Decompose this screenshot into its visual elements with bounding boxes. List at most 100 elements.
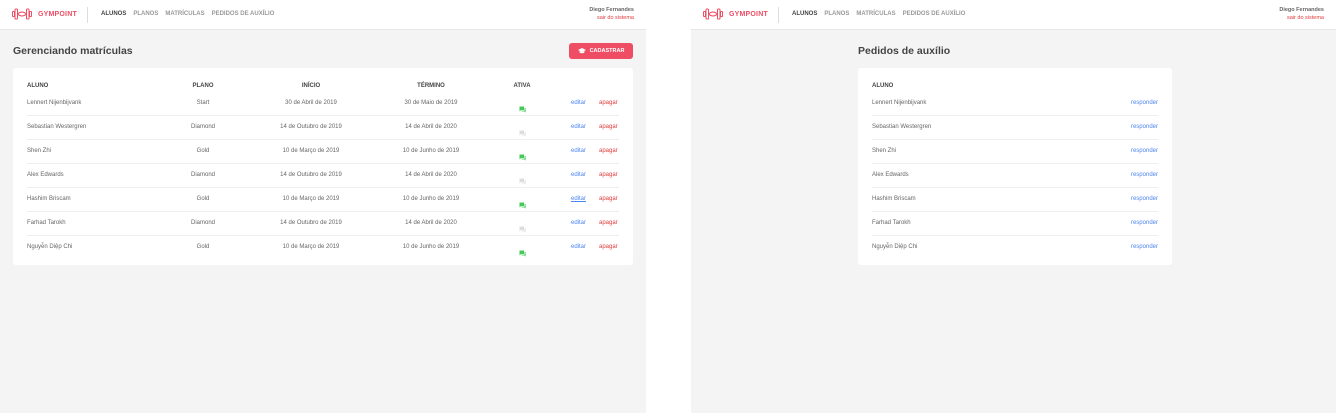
student-name: Farhad Tarokh — [872, 220, 911, 226]
plan-name: Gold — [196, 244, 210, 250]
plan-name: Diamond — [190, 220, 216, 226]
user-name: Diego Fernandes — [589, 7, 634, 13]
end-date: 14 de Abril de 2020 — [405, 220, 457, 226]
plan-name: Diamond — [190, 124, 216, 130]
column-header-active: ATIVA — [513, 83, 531, 89]
table-row: Lennert Nijenbijvank Start 30 de Abril de … — [27, 92, 619, 116]
logout-link[interactable]: sair do sistema — [589, 15, 634, 21]
table-row: Alex Edwards Diamond 14 de Outubro de 2019… — [27, 164, 619, 188]
end-date: 10 de Junho de 2019 — [402, 244, 460, 250]
table-row: Shen Zhi responder — [872, 140, 1158, 164]
header: GYMPOINT ALUNOS PLANOS MATRÍCULAS PEDIDO… — [0, 0, 646, 30]
logo[interactable]: GYMPOINT — [12, 8, 77, 20]
plan-name: Gold — [196, 148, 210, 154]
column-header-end: TÉRMINO — [417, 83, 445, 89]
edit-link[interactable]: editar — [571, 220, 586, 226]
brand-name: GYMPOINT — [729, 10, 768, 18]
edit-link[interactable]: editar — [571, 148, 586, 154]
student-name: Sebastian Westergren — [27, 124, 87, 130]
delete-link[interactable]: apagar — [599, 244, 618, 250]
nav-item-planos[interactable]: PLANOS — [824, 11, 849, 17]
column-header-start: INÍCIO — [301, 83, 321, 89]
table-row: Nguyễn Diệp Chi responder — [872, 236, 1158, 260]
nav-item-pedidos[interactable]: PEDIDOS DE AUXÍLIO — [903, 11, 966, 17]
reply-link[interactable]: responder — [1131, 124, 1158, 130]
active-chat-icon — [519, 244, 526, 262]
dumbbell-logo-icon — [703, 8, 723, 20]
delete-link[interactable]: apagar — [599, 172, 618, 178]
column-header-plan: PLANO — [192, 83, 214, 89]
student-name: Shen Zhi — [27, 148, 52, 154]
delete-link[interactable]: apagar — [599, 100, 618, 106]
table-row: Hashim Briscam Gold 10 de Março de 2019 10 … — [27, 188, 619, 212]
nav-item-pedidos[interactable]: PEDIDOS DE AUXÍLIO — [212, 11, 275, 17]
reply-link[interactable]: responder — [1131, 220, 1158, 226]
student-name: Lennert Nijenbijvank — [27, 100, 82, 106]
student-name: Hashim Briscam — [872, 196, 916, 202]
nav-item-alunos[interactable]: ALUNOS — [792, 11, 817, 17]
register-button[interactable]: CADASTRAR — [569, 43, 633, 59]
nav-item-alunos[interactable]: ALUNOS — [101, 11, 126, 17]
reply-link[interactable]: responder — [1131, 172, 1158, 178]
student-name: Alex Edwards — [27, 172, 64, 178]
reply-link[interactable]: responder — [1131, 244, 1158, 250]
start-date: 10 de Março de 2019 — [282, 148, 340, 154]
reply-link[interactable]: responder — [1131, 148, 1158, 154]
delete-link[interactable]: apagar — [599, 220, 618, 226]
plan-name: Gold — [196, 196, 210, 202]
column-header-student: ALUNO — [872, 83, 894, 89]
delete-link[interactable]: apagar — [599, 124, 618, 130]
student-name: Shen Zhi — [872, 148, 897, 154]
start-date: 14 de Outubro de 2019 — [280, 124, 342, 130]
nav-item-matriculas[interactable]: MATRÍCULAS — [856, 11, 895, 17]
delete-link[interactable]: apagar — [599, 196, 618, 202]
edit-link[interactable]: editar — [571, 172, 586, 178]
table-row: Lennert Nijenbijvank responder — [872, 92, 1158, 116]
main-nav: ALUNOS PLANOS MATRÍCULAS PEDIDOS DE AUXÍ… — [101, 11, 281, 17]
edit-link[interactable]: editar — [571, 244, 586, 250]
main-nav: ALUNOS PLANOS MATRÍCULAS PEDIDOS DE AUXÍ… — [792, 11, 972, 17]
edit-link[interactable]: editar — [571, 100, 586, 106]
plan-name: Diamond — [190, 172, 216, 178]
table-row: Sebastian Westergren responder — [872, 116, 1158, 140]
end-date: 10 de Junho de 2019 — [402, 148, 460, 154]
student-name: Hashim Briscam — [27, 196, 71, 202]
student-name: Farhad Tarokh — [27, 220, 66, 226]
table-row: Farhad Tarokh Diamond 14 de Outubro de 201… — [27, 212, 619, 236]
student-name: Nguyễn Diệp Chi — [872, 244, 918, 250]
table-row: Nguyễn Diệp Chi Gold 10 de Março de 2019 10… — [27, 236, 619, 260]
end-date: 14 de Abril de 2020 — [405, 172, 457, 178]
header: GYMPOINT ALUNOS PLANOS MATRÍCULAS PEDIDO… — [691, 0, 1336, 30]
column-header-student: ALUNO — [27, 83, 49, 89]
dumbbell-logo-icon — [12, 8, 32, 20]
table-row: Sebastian Westergren Diamond 14 de Outubro… — [27, 116, 619, 140]
student-name: Nguyễn Diệp Chi — [27, 244, 73, 250]
edit-link[interactable]: editar — [571, 196, 586, 202]
end-date: 14 de Abril de 2020 — [405, 124, 457, 130]
start-date: 14 de Outubro de 2019 — [280, 220, 342, 226]
logout-link[interactable]: sair do sistema — [1279, 15, 1324, 21]
page-title: Gerenciando matrículas — [13, 45, 133, 57]
graduation-cap-icon — [577, 48, 586, 54]
logo[interactable]: GYMPOINT — [703, 8, 768, 20]
help-orders-table: ALUNO Lennert Nijenbijvank responder Sebas… — [858, 68, 1172, 265]
table-row: Hashim Briscam responder — [872, 188, 1158, 212]
delete-link[interactable]: apagar — [599, 148, 618, 154]
register-button-label: CADASTRAR — [589, 48, 625, 54]
reply-link[interactable]: responder — [1131, 196, 1158, 202]
page-title: Pedidos de auxílio — [858, 45, 951, 57]
nav-item-planos[interactable]: PLANOS — [133, 11, 158, 17]
start-date: 10 de Março de 2019 — [282, 196, 340, 202]
reply-link[interactable]: responder — [1131, 100, 1158, 106]
table-row: Shen Zhi Gold 10 de Março de 2019 10 de Jun… — [27, 140, 619, 164]
edit-link[interactable]: editar — [571, 124, 586, 130]
student-name: Sebastian Westergren — [872, 124, 932, 130]
enrollments-table: ALUNO PLANO INÍCIO TÉRMINO ATIVA Lennert… — [13, 68, 633, 265]
plan-name: Start — [196, 100, 210, 106]
help-orders-screen: GYMPOINT ALUNOS PLANOS MATRÍCULAS PEDIDO… — [691, 0, 1336, 413]
enrollments-screen: GYMPOINT ALUNOS PLANOS MATRÍCULAS PEDIDO… — [0, 0, 646, 413]
nav-item-matriculas[interactable]: MATRÍCULAS — [165, 11, 204, 17]
end-date: 30 de Maio de 2019 — [404, 100, 458, 106]
header-divider — [87, 7, 88, 23]
table-row: Farhad Tarokh responder — [872, 212, 1158, 236]
